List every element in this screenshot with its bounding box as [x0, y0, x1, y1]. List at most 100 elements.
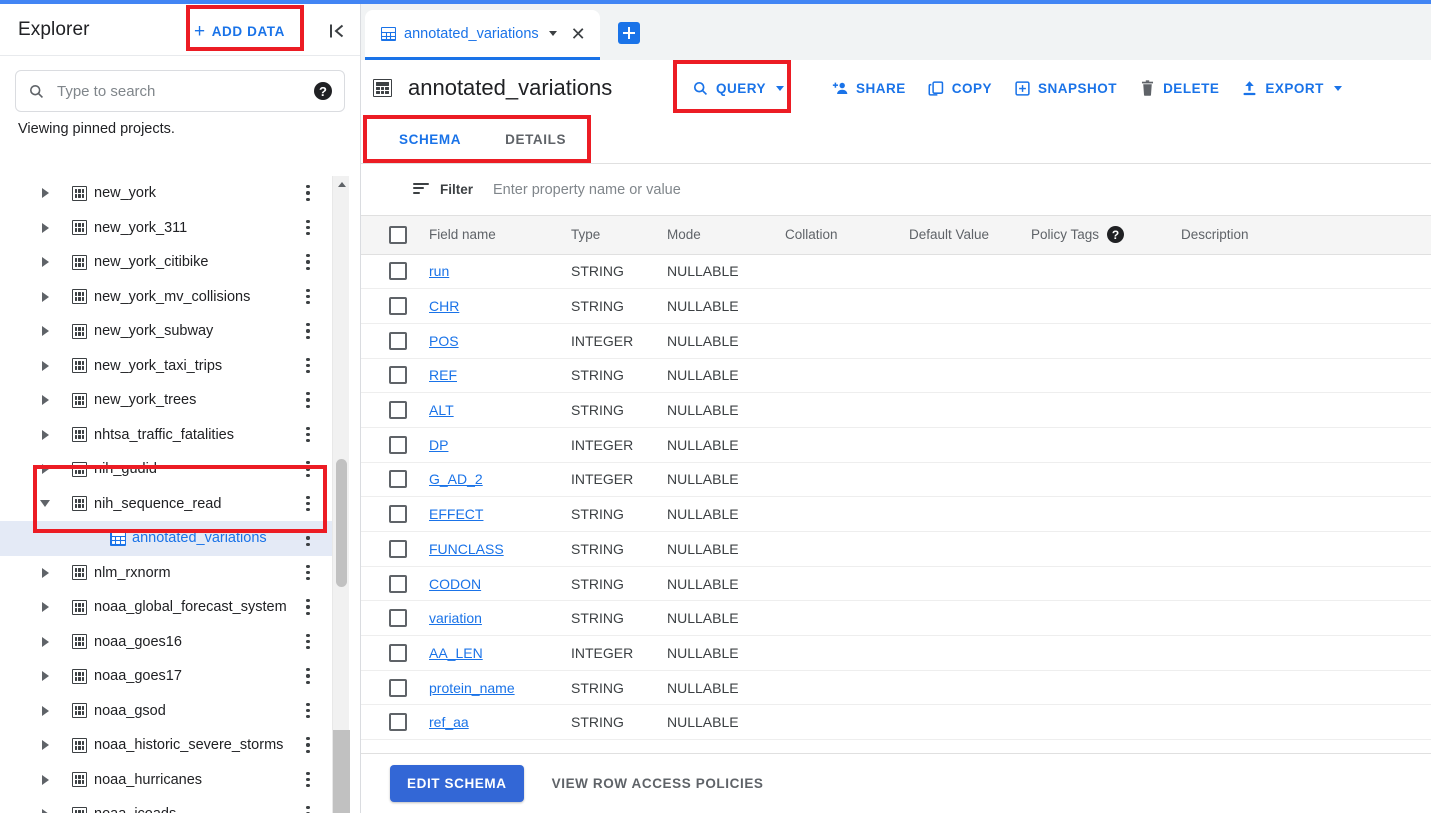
row-checkbox[interactable] — [389, 297, 407, 316]
field-name-link[interactable]: run — [429, 263, 449, 279]
field-name-link[interactable]: AA_LEN — [429, 645, 483, 661]
table-row[interactable]: CHR STRING NULLABLE — [361, 288, 1431, 324]
col-header-default-value[interactable]: Default Value — [909, 216, 1031, 255]
chevron-right-icon[interactable] — [38, 738, 52, 752]
scroll-up-arrow-icon[interactable] — [333, 176, 350, 193]
table-row[interactable]: ALT STRING NULLABLE — [361, 392, 1431, 428]
sidebar-item-nih-sequence-read[interactable]: nih_sequence_read — [0, 487, 332, 522]
chevron-right-icon[interactable] — [38, 635, 52, 649]
row-checkbox[interactable] — [389, 678, 407, 697]
chevron-right-icon[interactable] — [38, 324, 52, 338]
row-checkbox[interactable] — [389, 435, 407, 454]
sidebar-item-new-york-311[interactable]: new_york_311 — [0, 211, 332, 246]
field-name-link[interactable]: CHR — [429, 298, 459, 314]
row-checkbox[interactable] — [389, 401, 407, 420]
row-checkbox[interactable] — [389, 262, 407, 281]
col-header-description[interactable]: Description — [1181, 216, 1431, 255]
scrollbar-thumb[interactable] — [336, 459, 347, 587]
chevron-down-icon[interactable] — [38, 497, 52, 511]
field-name-link[interactable]: ref_aa — [429, 714, 469, 730]
chevron-right-icon[interactable] — [38, 186, 52, 200]
sidebar-item-nih-gudid[interactable]: nih_gudid — [0, 452, 332, 487]
sidebar-item-annotated-variations[interactable]: annotated_variations — [0, 521, 332, 556]
col-header-type[interactable]: Type — [571, 216, 667, 255]
sidebar-item-new-york-citibike[interactable]: new_york_citibike — [0, 245, 332, 280]
row-checkbox[interactable] — [389, 470, 407, 489]
sidebar-item-nhtsa-traffic-fatalities[interactable]: nhtsa_traffic_fatalities — [0, 418, 332, 453]
chevron-right-icon[interactable] — [38, 359, 52, 373]
sidebar-item-noaa-goes16[interactable]: noaa_goes16 — [0, 625, 332, 660]
sidebar-item-noaa-goes17[interactable]: noaa_goes17 — [0, 659, 332, 694]
sidebar-item-new-york-subway[interactable]: new_york_subway — [0, 314, 332, 349]
more-options-icon[interactable] — [300, 564, 316, 582]
view-row-access-policies-button[interactable]: VIEW ROW ACCESS POLICIES — [536, 765, 780, 802]
more-options-icon[interactable] — [300, 460, 316, 478]
sidebar-item-new-york-mv-collisions[interactable]: new_york_mv_collisions — [0, 280, 332, 315]
table-row[interactable]: CODON STRING NULLABLE — [361, 566, 1431, 602]
field-name-link[interactable]: DP — [429, 437, 448, 453]
sidebar-item-new-york-taxi-trips[interactable]: new_york_taxi_trips — [0, 349, 332, 384]
more-options-icon[interactable] — [300, 667, 316, 685]
sidebar-item-noaa-historic-severe-storms[interactable]: noaa_historic_severe_storms — [0, 728, 332, 763]
chevron-right-icon[interactable] — [38, 428, 52, 442]
edit-schema-button[interactable]: EDIT SCHEMA — [390, 765, 524, 802]
more-options-icon[interactable] — [300, 598, 316, 616]
sidebar-item-new-york-trees[interactable]: new_york_trees — [0, 383, 332, 418]
more-options-icon[interactable] — [300, 495, 316, 513]
field-name-link[interactable]: variation — [429, 610, 482, 626]
add-data-button[interactable]: + ADD DATA — [186, 16, 293, 47]
more-options-icon[interactable] — [300, 288, 316, 306]
row-checkbox[interactable] — [389, 643, 407, 662]
select-all-checkbox[interactable] — [389, 225, 407, 244]
more-options-icon[interactable] — [300, 322, 316, 340]
chevron-right-icon[interactable] — [38, 255, 52, 269]
tab-annotated-variations[interactable]: annotated_variations ✕ — [365, 10, 600, 60]
more-options-icon[interactable] — [300, 184, 316, 202]
tab-schema[interactable]: SCHEMA — [377, 116, 483, 163]
sidebar-item-new-york[interactable]: new_york — [0, 176, 332, 211]
more-options-icon[interactable] — [300, 426, 316, 444]
field-name-link[interactable]: CODON — [429, 576, 481, 592]
row-checkbox[interactable] — [389, 505, 407, 524]
add-tab-icon[interactable] — [617, 22, 640, 44]
delete-button[interactable]: DELETE — [1128, 72, 1230, 105]
row-checkbox[interactable] — [389, 574, 407, 593]
row-checkbox[interactable] — [389, 331, 407, 350]
filter-input[interactable] — [493, 181, 1431, 198]
more-options-icon[interactable] — [300, 357, 316, 375]
chevron-right-icon[interactable] — [38, 669, 52, 683]
col-header-field-name[interactable]: Field name — [429, 216, 571, 255]
table-row[interactable]: FUNCLASS STRING NULLABLE — [361, 531, 1431, 567]
more-options-icon[interactable] — [300, 702, 316, 720]
sidebar-item-noaa-global-forecast-system[interactable]: noaa_global_forecast_system — [0, 590, 332, 625]
search-box[interactable]: ? — [15, 70, 345, 112]
table-row[interactable]: run STRING NULLABLE — [361, 254, 1431, 290]
chevron-right-icon[interactable] — [38, 221, 52, 235]
table-row[interactable]: POS INTEGER NULLABLE — [361, 323, 1431, 359]
field-name-link[interactable]: POS — [429, 333, 459, 349]
collapse-panel-icon[interactable] — [324, 18, 350, 44]
col-header-policy-tags[interactable]: Policy Tags ? — [1031, 216, 1181, 255]
export-button[interactable]: EXPORT — [1230, 72, 1353, 105]
table-row[interactable]: ref_aa STRING NULLABLE — [361, 704, 1431, 741]
row-checkbox[interactable] — [389, 609, 407, 628]
chevron-right-icon[interactable] — [38, 773, 52, 787]
more-options-icon[interactable] — [300, 736, 316, 754]
tab-details[interactable]: DETAILS — [483, 116, 588, 163]
scrollbar-thumb-secondary[interactable] — [333, 730, 350, 813]
share-button[interactable]: SHARE — [821, 72, 917, 105]
more-options-icon[interactable] — [300, 219, 316, 237]
col-header-collation[interactable]: Collation — [785, 216, 909, 255]
query-button[interactable]: QUERY — [681, 72, 795, 105]
sidebar-item-noaa-icoads[interactable]: noaa_icoads — [0, 797, 332, 813]
chevron-right-icon[interactable] — [38, 290, 52, 304]
sidebar-item-noaa-gsod[interactable]: noaa_gsod — [0, 694, 332, 729]
field-name-link[interactable]: ALT — [429, 402, 454, 418]
more-options-icon[interactable] — [300, 805, 316, 813]
col-header-mode[interactable]: Mode — [667, 216, 785, 255]
help-circle-icon[interactable]: ? — [314, 82, 332, 100]
chevron-right-icon[interactable] — [38, 393, 52, 407]
sidebar-item-noaa-hurricanes[interactable]: noaa_hurricanes — [0, 763, 332, 798]
help-circle-icon[interactable]: ? — [1107, 226, 1125, 244]
more-options-icon[interactable] — [300, 391, 316, 409]
